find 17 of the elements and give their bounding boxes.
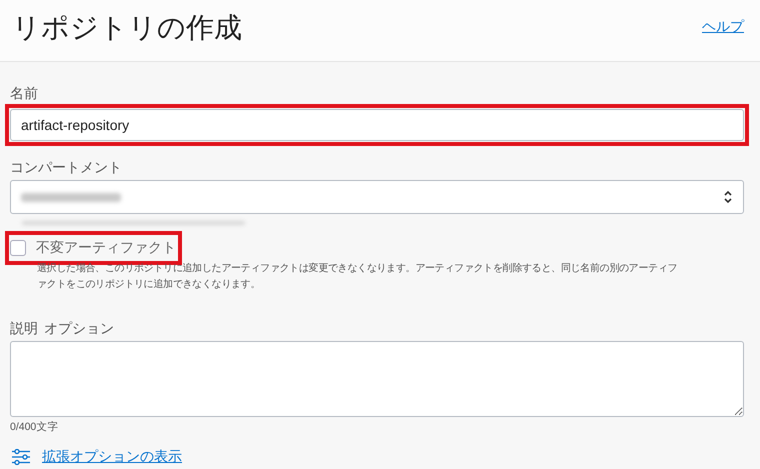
field-label: 説明 [10, 319, 38, 337]
page-title: リポジトリの作成 [12, 11, 242, 45]
checkbox[interactable] [10, 240, 26, 256]
name-input-field[interactable]: artifact-repository [10, 109, 744, 141]
help-link[interactable]: ヘルプ [702, 18, 744, 36]
help-text: 選択した場合、このリポジトリに追加したアーティファクトは変更できなくなります。アーティファクトを削除すると、同じ名前の別のアーティフ [37, 262, 678, 276]
description-input-field[interactable] [10, 341, 744, 417]
chevron-icon [723, 190, 733, 204]
help-text: ァクトをこのリポジトリに追加できなくなります。 [37, 278, 260, 292]
field-label: コンパートメント [10, 158, 123, 176]
optional-label: オプション [44, 319, 114, 337]
advanced-options-link[interactable]: 拡張オプションの表示 [42, 448, 182, 466]
checkbox-label: 不変アーティファクト [36, 239, 176, 257]
compartment-select[interactable] [10, 180, 744, 214]
sliders-icon [12, 449, 30, 465]
character-counter: 0/400文字 [10, 420, 60, 434]
field-label: 名前 [10, 84, 39, 102]
